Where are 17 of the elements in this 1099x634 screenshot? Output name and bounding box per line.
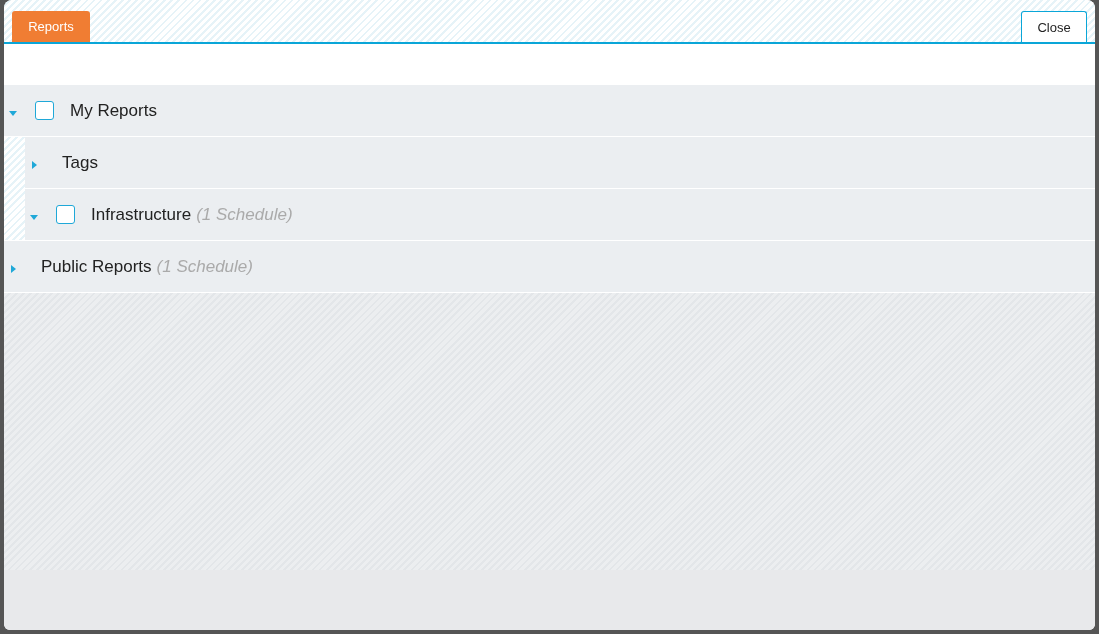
- tree-row[interactable]: My Reports: [4, 85, 1095, 137]
- tree-label: Infrastructure: [91, 204, 192, 225]
- schedule-count: (1 Schedule): [196, 204, 293, 225]
- caret-right-icon[interactable]: [30, 161, 38, 169]
- tree-row[interactable]: Tags: [25, 137, 1095, 189]
- tree-label: My Reports: [70, 100, 157, 121]
- schedule-count: (1 Schedule): [156, 256, 253, 277]
- tree-row[interactable]: Infrastructure (1 Schedule): [25, 189, 1095, 241]
- checkbox[interactable]: [56, 205, 75, 224]
- tree-label: Tags: [62, 152, 98, 173]
- caret-down-icon[interactable]: [9, 109, 17, 117]
- caret-right-icon[interactable]: [9, 265, 17, 273]
- close-button[interactable]: Close: [1021, 11, 1087, 42]
- checkbox[interactable]: [35, 101, 54, 120]
- caret-down-icon[interactable]: [30, 213, 38, 221]
- tree-row[interactable]: Public Reports (1 Schedule): [4, 241, 1095, 293]
- tree-label: Public Reports: [41, 256, 152, 277]
